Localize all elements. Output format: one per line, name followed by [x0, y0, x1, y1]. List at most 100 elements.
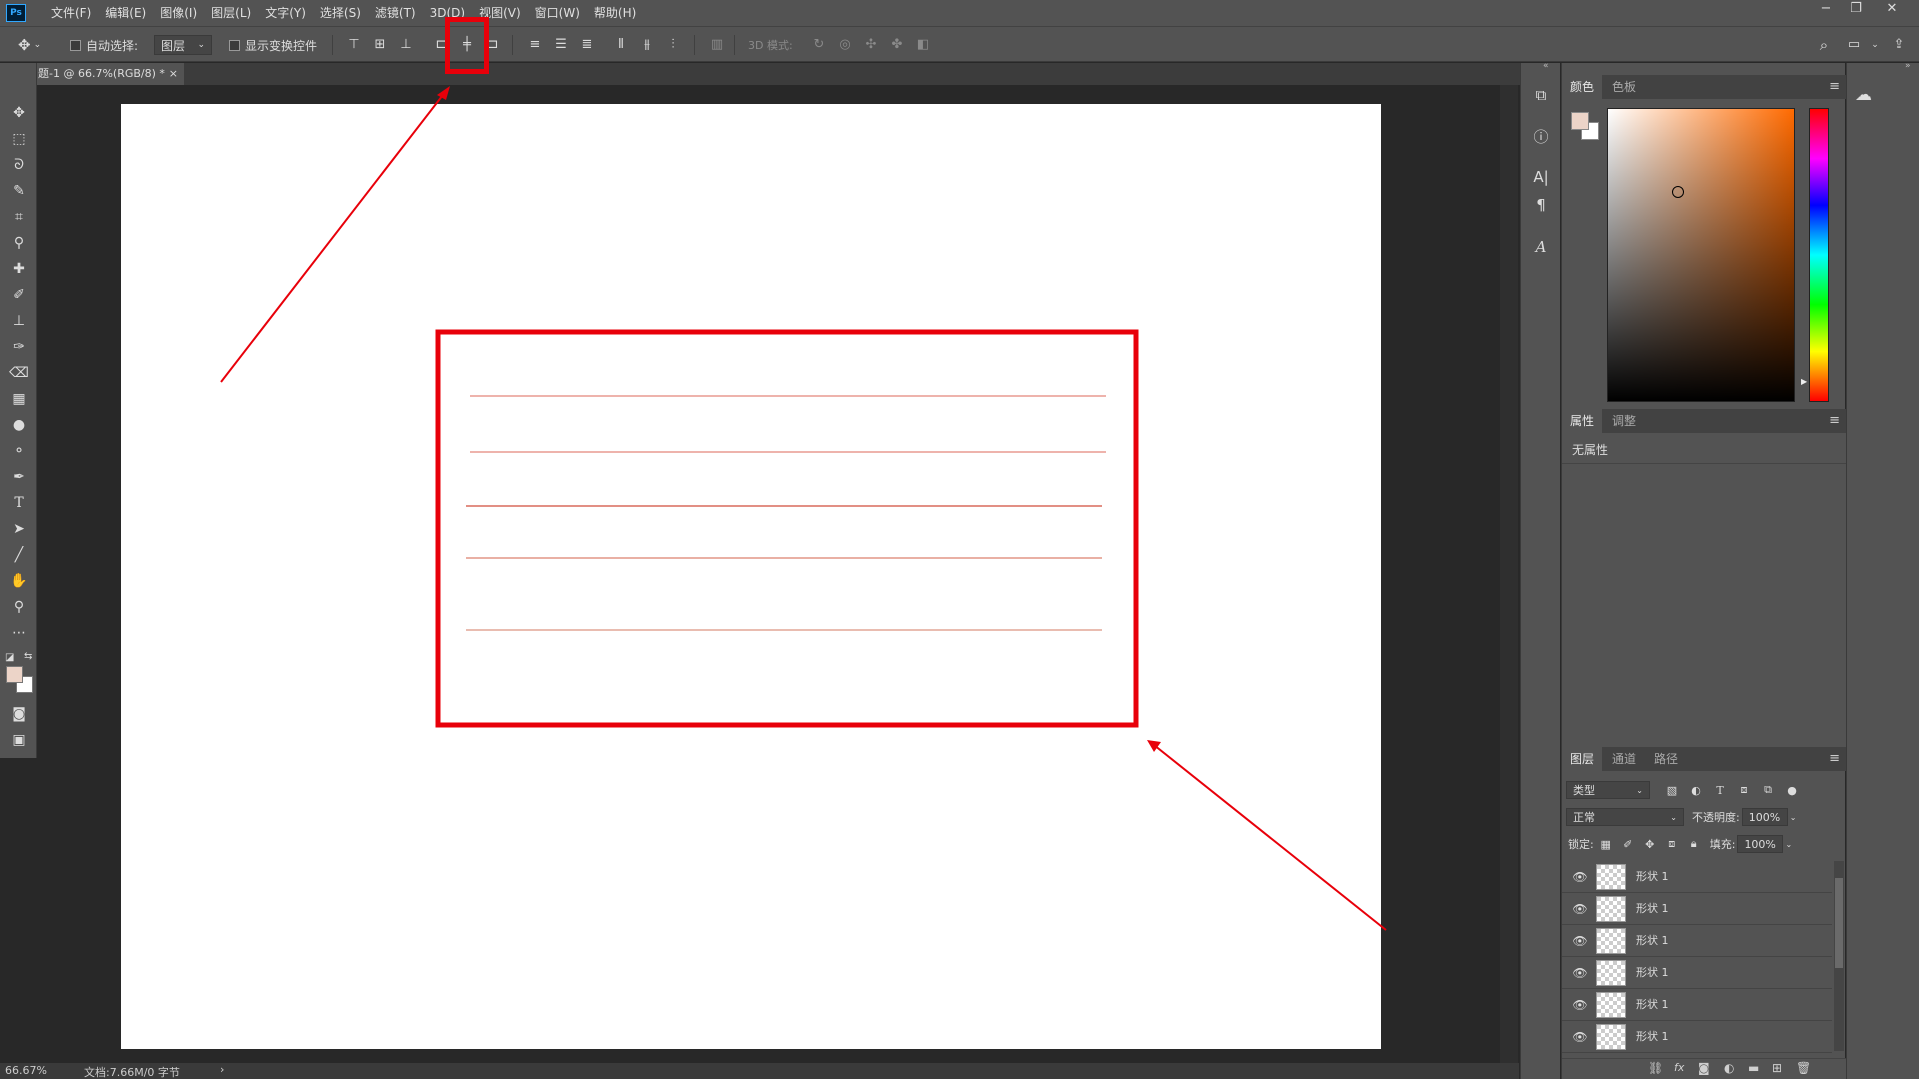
- 3d-pan-icon[interactable]: ✣: [862, 36, 880, 54]
- lasso-tool-icon[interactable]: ᘐ: [9, 155, 29, 175]
- color-panel-swatches[interactable]: [1571, 112, 1601, 142]
- layer-row[interactable]: 👁︎ 形状 1: [1562, 957, 1832, 989]
- foreground-background-swatch[interactable]: [6, 666, 34, 694]
- menu-type[interactable]: 文字(Y): [258, 0, 313, 26]
- paragraph-panel-icon[interactable]: ¶: [1531, 195, 1551, 215]
- lock-all-icon[interactable]: 🔒︎: [1686, 837, 1702, 851]
- lock-position-icon[interactable]: ✥: [1642, 838, 1658, 851]
- search-icon[interactable]: ⌕: [1815, 36, 1833, 54]
- menu-window[interactable]: 窗口(W): [528, 0, 587, 26]
- tab-layers[interactable]: 图层: [1562, 747, 1603, 771]
- foreground-color-swatch[interactable]: [1571, 112, 1589, 130]
- healing-brush-tool-icon[interactable]: ✚: [9, 259, 29, 279]
- layers-scrollbar-thumb[interactable]: [1835, 878, 1843, 968]
- delete-layer-icon[interactable]: 🗑︎: [1796, 1061, 1811, 1075]
- distribute-vertical-center-icon[interactable]: ☰: [552, 36, 570, 54]
- quick-mask-icon[interactable]: ◙: [9, 704, 29, 724]
- libraries-icon[interactable]: ☁: [1855, 85, 1872, 105]
- gradient-tool-icon[interactable]: ▦: [9, 389, 29, 409]
- filter-toggle-icon[interactable]: ●: [1784, 784, 1800, 797]
- blur-tool-icon[interactable]: ●: [9, 415, 29, 435]
- filter-pixel-icon[interactable]: ▧: [1664, 784, 1680, 797]
- eye-icon[interactable]: 👁︎: [1572, 1029, 1588, 1045]
- menu-edit[interactable]: 编辑(E): [98, 0, 153, 26]
- tab-properties[interactable]: 属性: [1562, 409, 1603, 433]
- character-panel-icon[interactable]: A|: [1531, 167, 1551, 187]
- opacity-input[interactable]: 100%: [1741, 808, 1788, 826]
- layer-row[interactable]: 👁︎ 形状 1: [1562, 893, 1832, 925]
- panel-menu-icon[interactable]: ≡: [1829, 409, 1840, 433]
- fill-input[interactable]: 100%: [1737, 835, 1784, 853]
- expand-panel-icon[interactable]: »: [1905, 61, 1911, 71]
- distribute-top-icon[interactable]: ≡: [526, 36, 544, 54]
- layer-row[interactable]: 👁︎ 形状 1: [1562, 1021, 1832, 1053]
- history-panel-icon[interactable]: ⧉: [1531, 85, 1551, 105]
- lock-transparent-icon[interactable]: ▦: [1598, 838, 1614, 851]
- layer-row[interactable]: 👁︎ 形状 1: [1562, 925, 1832, 957]
- filter-type-icon[interactable]: T: [1712, 784, 1728, 797]
- document-tab[interactable]: 题-1 @ 66.7%(RGB/8) * ×: [34, 63, 184, 85]
- eyedropper-tool-icon[interactable]: ⚲: [9, 233, 29, 253]
- distribute-right-icon[interactable]: ⫶: [664, 36, 682, 54]
- distribute-bottom-icon[interactable]: ≣: [578, 36, 596, 54]
- menu-layer[interactable]: 图层(L): [204, 0, 258, 26]
- more-tools-icon[interactable]: ⋯: [9, 623, 29, 643]
- align-bottom-icon[interactable]: ⊥: [397, 36, 415, 54]
- restore-button[interactable]: ❐: [1841, 0, 1871, 18]
- move-tool-icon[interactable]: ✥: [9, 103, 29, 123]
- type-tool-icon[interactable]: T: [9, 493, 29, 513]
- fx-icon[interactable]: fx: [1674, 1061, 1684, 1074]
- dodge-tool-icon[interactable]: ⚬: [9, 441, 29, 461]
- layer-name[interactable]: 形状 1: [1636, 893, 1669, 925]
- chevron-down-icon[interactable]: ⌄: [1790, 813, 1797, 822]
- brush-tool-icon[interactable]: ✐: [9, 285, 29, 305]
- menu-help[interactable]: 帮助(H): [587, 0, 643, 26]
- minimize-button[interactable]: −: [1811, 0, 1841, 18]
- align-vertical-center-icon[interactable]: ⊞: [371, 36, 389, 54]
- chevron-down-icon[interactable]: ⌄: [1866, 36, 1884, 54]
- clone-stamp-tool-icon[interactable]: ⊥: [9, 311, 29, 331]
- hue-slider[interactable]: [1809, 108, 1829, 402]
- layer-name[interactable]: 形状 1: [1636, 861, 1669, 893]
- document-close-button[interactable]: ×: [169, 63, 178, 85]
- workspace-icon[interactable]: ▭: [1845, 36, 1863, 54]
- vertical-scrollbar[interactable]: [1500, 85, 1518, 1063]
- menu-filter[interactable]: 滤镜(T): [368, 0, 423, 26]
- tab-adjustments[interactable]: 调整: [1604, 409, 1644, 433]
- tab-swatches[interactable]: 色板: [1604, 75, 1644, 99]
- new-layer-icon[interactable]: ⊞: [1772, 1061, 1782, 1075]
- adjustment-layer-icon[interactable]: ◐: [1724, 1061, 1734, 1075]
- eraser-tool-icon[interactable]: ⌫: [9, 363, 29, 383]
- color-picker-field[interactable]: [1607, 108, 1795, 402]
- layer-row[interactable]: 👁︎ 形状 1: [1562, 861, 1832, 893]
- new-group-icon[interactable]: ▬: [1748, 1061, 1759, 1075]
- zoom-level[interactable]: 66.67%: [5, 1064, 47, 1077]
- 3d-rotate-icon[interactable]: ↻: [810, 36, 828, 54]
- eye-icon[interactable]: 👁︎: [1572, 869, 1588, 885]
- lock-image-icon[interactable]: ✐: [1620, 838, 1636, 851]
- document-canvas[interactable]: [121, 104, 1381, 1049]
- swap-colors-icon[interactable]: ⇆: [24, 651, 32, 662]
- close-window-button[interactable]: ✕: [1877, 0, 1907, 18]
- lock-artboard-icon[interactable]: ⧈: [1664, 837, 1680, 851]
- layer-name[interactable]: 形状 1: [1636, 957, 1669, 989]
- eye-icon[interactable]: 👁︎: [1572, 901, 1588, 917]
- auto-select-checkbox[interactable]: 自动选择:: [70, 27, 138, 63]
- panel-menu-icon[interactable]: ≡: [1829, 75, 1840, 99]
- add-mask-icon[interactable]: ◙: [1698, 1061, 1710, 1075]
- filter-adjustment-icon[interactable]: ◐: [1688, 784, 1704, 797]
- hand-tool-icon[interactable]: ✋: [9, 571, 29, 591]
- tab-channels[interactable]: 通道: [1604, 747, 1644, 771]
- blend-mode-dropdown[interactable]: 正常 ⌄: [1566, 808, 1684, 826]
- tab-color[interactable]: 颜色: [1562, 75, 1603, 99]
- menu-file[interactable]: 文件(F): [44, 0, 98, 26]
- menu-select[interactable]: 选择(S): [313, 0, 368, 26]
- glyphs-panel-icon[interactable]: A: [1531, 237, 1551, 257]
- layer-filter-dropdown[interactable]: 类型 ⌄: [1566, 781, 1650, 799]
- eye-icon[interactable]: 👁︎: [1572, 997, 1588, 1013]
- eye-icon[interactable]: 👁︎: [1572, 965, 1588, 981]
- layer-name[interactable]: 形状 1: [1636, 989, 1669, 1021]
- layer-name[interactable]: 形状 1: [1636, 1021, 1669, 1053]
- distribute-left-icon[interactable]: ⫴: [612, 36, 630, 54]
- zoom-tool-icon[interactable]: ⚲: [9, 597, 29, 617]
